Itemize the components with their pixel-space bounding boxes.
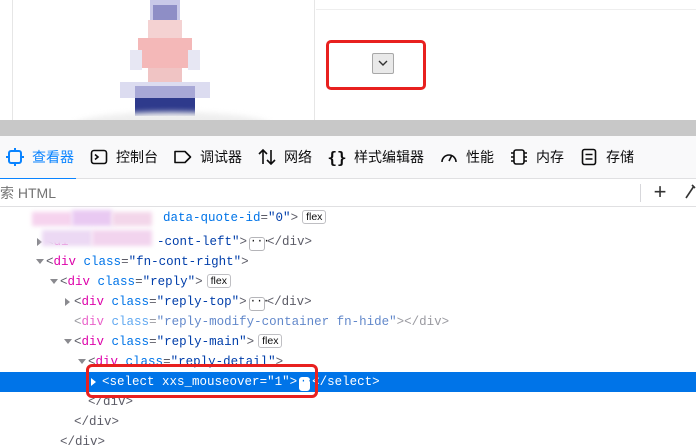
style-editor-icon: {} — [327, 147, 347, 167]
tab-performance[interactable]: 性能 — [434, 136, 504, 179]
closing-tag: </div> — [267, 235, 313, 249]
attr-value: -cont-left" — [157, 235, 240, 249]
tab-network[interactable]: 网络 — [252, 136, 322, 179]
flex-badge[interactable]: flex — [302, 210, 327, 224]
search-html-input[interactable] — [0, 183, 600, 203]
closing-tag: </div> — [266, 295, 312, 309]
highlight-box-select-tag — [86, 364, 318, 398]
html-search-bar: + — [0, 179, 696, 207]
debugger-icon — [172, 146, 194, 168]
tag-name: div — [53, 255, 77, 269]
closing-tag: </div> — [74, 415, 120, 429]
ellipsis-button[interactable]: ··· — [249, 237, 270, 251]
collapse-arrow-icon[interactable] — [62, 332, 74, 352]
tree-row-close-div[interactable]: </div> — [0, 412, 696, 432]
attr-value: "reply-main" — [156, 335, 247, 349]
collapse-arrow-icon[interactable] — [48, 272, 60, 292]
attr-value: "reply-modify-container fn-hide" — [156, 315, 397, 329]
tab-label: 存储 — [606, 149, 634, 165]
tab-style-editor[interactable]: {} 样式编辑器 — [322, 136, 434, 179]
attr-name: class — [83, 255, 122, 269]
attr-name: class — [111, 315, 150, 329]
attr-value: "reply-top" — [156, 295, 240, 309]
tree-row-reply-modify-container[interactable]: <div class="reply-modify-container fn-hi… — [0, 312, 696, 332]
inspector-icon — [4, 146, 26, 168]
page-horizontal-scrollbar[interactable] — [0, 120, 696, 136]
flex-badge[interactable]: flex — [258, 334, 283, 348]
tag-name: div — [81, 335, 105, 349]
closing-tag: </select> — [312, 375, 380, 389]
tree-row-fn-cont-right[interactable]: <div class="fn-cont-right"> — [0, 252, 696, 272]
blurred-code-region — [28, 208, 158, 252]
tag-name: div — [67, 275, 91, 289]
tab-inspector[interactable]: 查看器 — [0, 136, 84, 180]
tree-row-reply-top[interactable]: <div class="reply-top"> ···</div> — [0, 292, 696, 312]
tab-label: 控制台 — [116, 149, 158, 165]
performance-icon — [438, 146, 460, 168]
attr-name: class — [97, 275, 136, 289]
tag-name: div — [81, 295, 105, 309]
tab-label: 调试器 — [200, 149, 242, 165]
tab-memory[interactable]: 内存 — [504, 136, 574, 179]
tab-debugger[interactable]: 调试器 — [168, 136, 252, 179]
attr-value: "0" — [268, 211, 291, 225]
tab-label: 样式编辑器 — [354, 149, 424, 165]
closing-tag: </div> — [60, 435, 106, 447]
memory-icon — [508, 146, 530, 168]
tab-label: 网络 — [284, 149, 312, 165]
console-icon — [88, 146, 110, 168]
attr-name: class — [111, 295, 150, 309]
expand-arrow-icon[interactable] — [62, 292, 74, 312]
pixelated-avatar-image — [120, 0, 210, 116]
storage-icon — [578, 146, 600, 168]
attr-value: "fn-cont-right" — [128, 255, 242, 269]
devtools-tab-bar: 查看器 控制台 调试器 网络 {} 样式编辑器 性能 内存 存储 — [0, 136, 696, 180]
flex-badge[interactable]: flex — [206, 274, 231, 288]
tab-console[interactable]: 控制台 — [84, 136, 168, 179]
tab-label: 内存 — [536, 149, 564, 165]
closing-tag: </div> — [404, 315, 450, 329]
eyedropper-icon[interactable] — [683, 182, 696, 202]
tab-label: 查看器 — [32, 149, 74, 165]
tree-row-close-div[interactable]: </div> — [0, 432, 696, 447]
ellipsis-button[interactable]: ··· — [248, 297, 269, 311]
tree-row-reply-main[interactable]: <div class="reply-main"> flex — [0, 332, 696, 352]
content-divider — [316, 9, 696, 10]
network-icon — [256, 146, 278, 168]
tab-storage[interactable]: 存储 — [574, 136, 644, 179]
attr-name: class — [111, 335, 150, 349]
tree-row-reply[interactable]: <div class="reply"> flex — [0, 272, 696, 292]
toolbar-separator — [640, 184, 641, 202]
web-page-viewport — [0, 0, 696, 140]
tab-label: 性能 — [466, 149, 494, 165]
highlight-box-select — [326, 40, 426, 90]
collapse-arrow-icon[interactable] — [34, 252, 46, 272]
tag-name: div — [81, 315, 105, 329]
add-node-button[interactable]: + — [650, 181, 670, 203]
attr-value: "reply" — [142, 275, 196, 289]
attr-name: data-quote-id — [163, 211, 261, 225]
